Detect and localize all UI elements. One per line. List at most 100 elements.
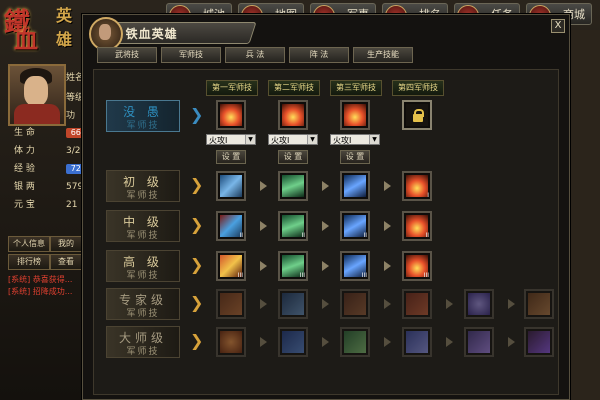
thunder-icon <box>528 331 550 353</box>
row-label-intermediate: 中 级军师技 <box>106 210 180 242</box>
stat-hp: 生 命 <box>6 126 66 140</box>
row-label-basic: 初 级军师技 <box>106 170 180 202</box>
skill-advanced-4[interactable]: III <box>402 251 432 281</box>
stat-gold-label: 元 宝 <box>14 200 35 210</box>
chevron-right-icon: ❯ <box>190 215 204 234</box>
skill-select-2[interactable]: 火攻I ▼ <box>268 134 318 145</box>
orb-icon <box>468 293 490 315</box>
stat-exp-label: 经 验 <box>14 164 35 174</box>
fire-icon <box>282 104 304 126</box>
skill-level: II <box>425 232 429 239</box>
tab-strategist-skill[interactable]: 军师技 <box>161 47 221 63</box>
chat-line: [系统] 恭喜获得... <box>8 275 73 284</box>
dialog-title-plate: 铁血英雄 <box>103 22 257 44</box>
row-label-sub: 军师技 <box>126 347 160 357</box>
skill-intermediate-1[interactable]: II <box>216 211 246 241</box>
tab-production-skill[interactable]: 生产技能 <box>353 47 413 63</box>
skill-advanced-2[interactable]: III <box>278 251 308 281</box>
tab-formation[interactable]: 阵 法 <box>289 47 349 63</box>
set-button-2[interactable]: 设 置 <box>278 150 308 164</box>
arrow-right-icon <box>384 337 391 347</box>
skill-basic-1[interactable] <box>216 171 246 201</box>
skill-master-4[interactable] <box>402 327 432 357</box>
fire-icon <box>220 331 242 353</box>
stat-hp-label: 生 命 <box>14 128 35 138</box>
view-button[interactable]: 查看 <box>50 254 82 270</box>
arrow-right-icon <box>384 299 391 309</box>
arrow-right-icon <box>260 221 267 231</box>
skill-advanced-3[interactable]: III <box>340 251 370 281</box>
skill-basic-2[interactable] <box>278 171 308 201</box>
chevron-down-icon: ▼ <box>369 135 379 144</box>
skill-expert-3[interactable] <box>340 289 370 319</box>
claw-icon <box>528 293 550 315</box>
arrow-right-icon <box>384 261 391 271</box>
chevron-right-icon: ❯ <box>190 105 204 124</box>
row-label-equipped: 没 愚军师技 <box>106 100 180 132</box>
skill-expert-5[interactable] <box>464 289 494 319</box>
skill-master-2[interactable] <box>278 327 308 357</box>
water-icon <box>344 175 366 197</box>
skill-master-1[interactable] <box>216 327 246 357</box>
stat-silver-label: 银 两 <box>14 182 35 192</box>
skill-basic-4[interactable]: I <box>402 171 432 201</box>
row-label-expert: 专家级 军师技 <box>106 288 180 320</box>
chevron-right-icon: ❯ <box>190 331 204 350</box>
row-label-sub: 军师技 <box>126 121 160 131</box>
skill-select-1[interactable]: 火攻I ▼ <box>206 134 256 145</box>
skill-master-3[interactable] <box>340 327 370 357</box>
ice-icon <box>406 331 428 353</box>
avatar-face <box>24 76 48 106</box>
tab-general-skill[interactable]: 武将技 <box>97 47 157 63</box>
chevron-down-icon: ▼ <box>307 135 317 144</box>
skill-master-6[interactable] <box>524 327 554 357</box>
wind-icon <box>282 175 304 197</box>
skill-select-3[interactable]: 火攻I ▼ <box>330 134 380 145</box>
player-power-label: 功 <box>66 111 76 121</box>
skill-level: II <box>301 232 305 239</box>
skill-expert-6[interactable] <box>524 289 554 319</box>
player-avatar[interactable] <box>8 64 66 126</box>
skill-intermediate-4[interactable]: II <box>402 211 432 241</box>
set-button-3[interactable]: 设 置 <box>340 150 370 164</box>
equipped-slot-4-locked[interactable] <box>402 100 432 130</box>
skill-select-value: 火攻I <box>271 136 290 145</box>
arrow-right-icon <box>260 337 267 347</box>
skill-level: II <box>363 232 367 239</box>
equipped-slot-2[interactable] <box>278 100 308 130</box>
equipped-slot-3[interactable] <box>340 100 370 130</box>
stat-silver-value: 579 <box>66 182 84 192</box>
skill-expert-4[interactable] <box>402 289 432 319</box>
avatar-body <box>14 104 60 124</box>
strategist-skill-dialog: 铁血英雄 X 武将技 军师技 兵 法 阵 法 生产技能 第一军师技 第二军师技 … <box>82 14 570 400</box>
skill-expert-1[interactable] <box>216 289 246 319</box>
skill-advanced-1[interactable]: III <box>216 251 246 281</box>
arrow-right-icon <box>260 261 267 271</box>
row-label-sub: 军师技 <box>126 271 160 281</box>
slot-header-3: 第三军师技 <box>330 80 382 96</box>
fist-icon <box>406 293 428 315</box>
slot-header-1: 第一军师技 <box>206 80 258 96</box>
row-label-advanced: 高 级军师技 <box>106 250 180 282</box>
tab-tactics[interactable]: 兵 法 <box>225 47 285 63</box>
set-button-1[interactable]: 设 置 <box>216 150 246 164</box>
skill-level: III <box>423 272 429 279</box>
close-button[interactable]: X <box>551 19 565 33</box>
fire-icon <box>406 175 428 197</box>
skill-intermediate-3[interactable]: II <box>340 211 370 241</box>
orb-icon <box>468 331 490 353</box>
logo-char-2: 血 <box>14 25 38 54</box>
skill-expert-2[interactable] <box>278 289 308 319</box>
skill-level: III <box>361 272 367 279</box>
my-button[interactable]: 我的 <box>50 236 82 252</box>
skill-master-5[interactable] <box>464 327 494 357</box>
skill-basic-3[interactable] <box>340 171 370 201</box>
personal-info-button[interactable]: 个人信息 <box>8 236 50 252</box>
arrow-right-icon <box>446 299 453 309</box>
stat-gold: 元 宝 <box>6 198 66 212</box>
skill-intermediate-2[interactable]: II <box>278 211 308 241</box>
skill-level: I <box>427 192 429 199</box>
leaderboard-button[interactable]: 排行榜 <box>8 254 50 270</box>
equipped-slot-1[interactable] <box>216 100 246 130</box>
logo-subtitle: 英雄 <box>56 6 73 49</box>
